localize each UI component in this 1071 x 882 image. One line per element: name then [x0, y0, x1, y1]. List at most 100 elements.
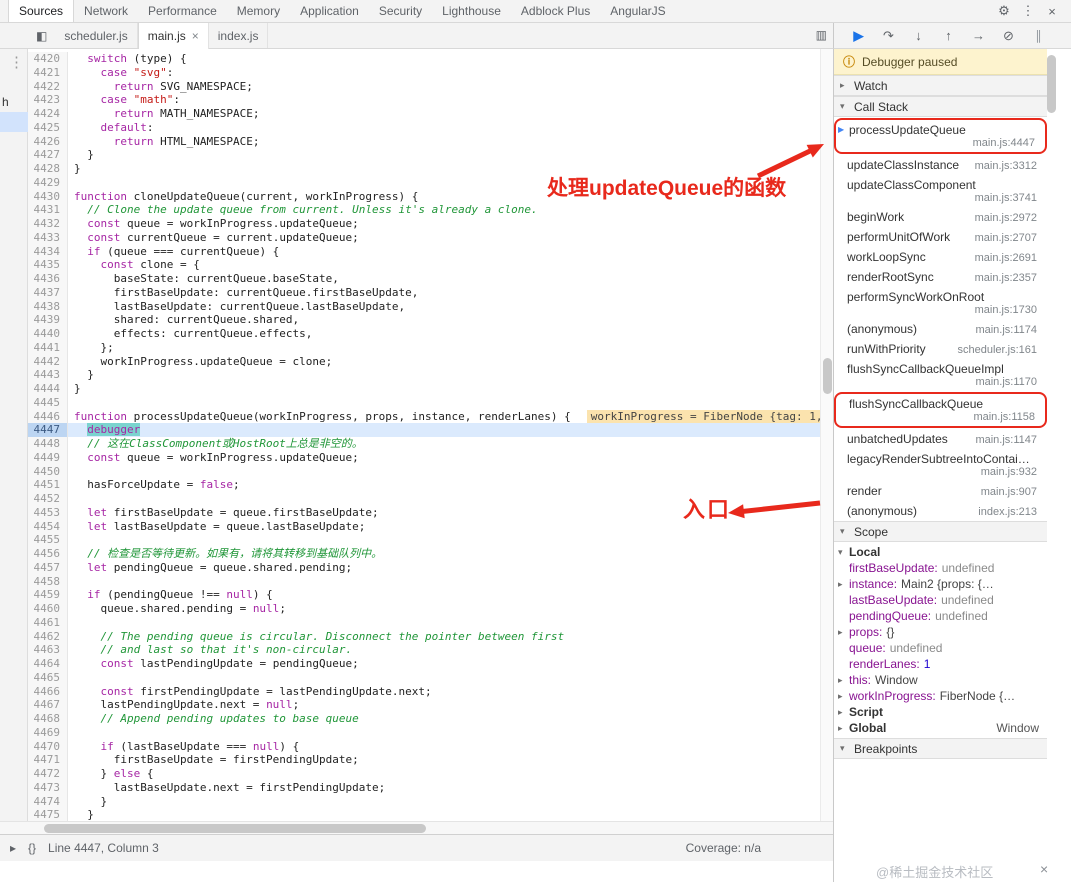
line-number[interactable]: 4457	[28, 560, 68, 575]
code-editor[interactable]: 4420 switch (type) {4421 case "svg": 4422…	[28, 49, 833, 821]
sidebar-scrollbar-thumb[interactable]	[1047, 55, 1056, 113]
call-stack-frame[interactable]: performSyncWorkOnRoot main.js:1730	[834, 287, 1047, 319]
call-stack-frame[interactable]: beginWork main.js:2972	[834, 207, 1047, 227]
line-number[interactable]: 4451	[28, 478, 68, 492]
pretty-print-icon[interactable]: {}	[28, 841, 36, 855]
line-number[interactable]: 4467	[28, 698, 68, 712]
chevron-right-icon[interactable]: ▸	[838, 707, 847, 718]
scope-variable-row[interactable]: ▸ this: Window	[834, 672, 1047, 688]
line-number[interactable]: 4455	[28, 533, 68, 547]
call-stack-frame[interactable]: performUnitOfWork main.js:2707	[834, 227, 1047, 247]
scope-variable-row[interactable]: ▸ props:{}	[834, 624, 1047, 640]
line-number[interactable]: 4425	[28, 120, 68, 135]
scope-variable-row[interactable]: ▸ instance: Main2 {props: {…	[834, 576, 1047, 592]
line-number[interactable]: 4458	[28, 574, 68, 589]
line-number[interactable]: 4471	[28, 753, 68, 767]
vertical-scrollbar[interactable]	[820, 49, 833, 821]
chevron-down-icon[interactable]: ▾	[840, 526, 849, 537]
step-into-button[interactable]: ↓	[908, 28, 929, 43]
line-number[interactable]: 4443	[28, 368, 68, 382]
call-stack-frame[interactable]: (anonymous) index.js:213	[834, 501, 1047, 521]
line-number[interactable]: 4452	[28, 492, 68, 506]
line-number[interactable]: 4449	[28, 450, 68, 465]
scope-section-row[interactable]: ▾ Local	[834, 544, 1047, 560]
line-number[interactable]: 4462	[28, 629, 68, 644]
line-number[interactable]: 4421	[28, 65, 68, 80]
line-number[interactable]: 4423	[28, 93, 68, 107]
call-stack-frame[interactable]: render main.js:907	[834, 481, 1047, 501]
call-stack-frame[interactable]: (anonymous) main.js:1174	[834, 319, 1047, 339]
line-number[interactable]: 4433	[28, 230, 68, 245]
line-number[interactable]: 4420	[28, 52, 68, 66]
step-button[interactable]: →	[968, 28, 989, 43]
line-number[interactable]: 4446	[28, 409, 68, 424]
line-number[interactable]: 4432	[28, 217, 68, 231]
call-stack-frame[interactable]: flushSyncCallbackQueueImpl main.js:1170	[834, 359, 1047, 391]
line-number[interactable]: 4445	[28, 395, 68, 410]
line-number[interactable]: 4448	[28, 437, 68, 451]
scope-section-row[interactable]: ▸ Script	[834, 704, 1047, 720]
line-number[interactable]: 4475	[28, 808, 68, 821]
line-number[interactable]: 4465	[28, 670, 68, 685]
call-stack-frame[interactable]: unbatchedUpdates main.js:1147	[834, 429, 1047, 449]
line-number[interactable]: 4442	[28, 354, 68, 369]
line-number[interactable]: 4470	[28, 739, 68, 754]
top-tab-lighthouse[interactable]: Lighthouse	[432, 0, 511, 22]
line-number[interactable]: 4469	[28, 725, 68, 740]
call-stack-section-header[interactable]: ▾ Call Stack	[834, 96, 1047, 117]
step-over-button[interactable]: ↷	[878, 28, 899, 44]
call-stack-frame[interactable]: runWithPriority scheduler.js:161	[834, 339, 1047, 359]
line-number[interactable]: 4468	[28, 712, 68, 726]
chevron-right-icon[interactable]: ▸	[840, 80, 849, 91]
line-number[interactable]: 4464	[28, 657, 68, 671]
call-stack-frame[interactable]: updateClassComponent main.js:3741	[834, 175, 1047, 207]
line-number[interactable]: 4429	[28, 175, 68, 190]
chevron-down-icon[interactable]: ▾	[840, 101, 849, 112]
line-number[interactable]: 4431	[28, 203, 68, 217]
close-tab-icon[interactable]: ×	[192, 29, 199, 43]
toggle-navigator-icon[interactable]: ◧	[0, 23, 55, 48]
line-number[interactable]: 4436	[28, 272, 68, 286]
line-number[interactable]: 4444	[28, 382, 68, 396]
top-tab-performance[interactable]: Performance	[138, 0, 227, 22]
top-tab-application[interactable]: Application	[290, 0, 369, 22]
scope-section-header[interactable]: ▾ Scope	[834, 521, 1047, 542]
line-number[interactable]: 4434	[28, 244, 68, 259]
chevron-right-icon[interactable]: ▸	[838, 579, 847, 590]
chevron-right-icon[interactable]: ▸	[838, 627, 847, 638]
horizontal-scrollbar-thumb[interactable]	[44, 824, 426, 833]
chevron-right-icon[interactable]: ▸	[838, 675, 847, 686]
line-number[interactable]: 4454	[28, 519, 68, 534]
step-out-button[interactable]: ↑	[938, 28, 959, 43]
top-tab-network[interactable]: Network	[74, 0, 138, 22]
pause-on-exceptions-button[interactable]: ∥	[1028, 28, 1049, 44]
top-tab-angularjs[interactable]: AngularJS	[600, 0, 675, 22]
resume-button[interactable]: ▶	[848, 28, 869, 44]
file-tab-index-js[interactable]: index.js	[209, 23, 269, 48]
show-navigator-icon[interactable]: ▸	[10, 841, 16, 855]
call-stack-frame[interactable]: processUpdateQueue main.js:4447	[834, 118, 1047, 154]
watch-section-header[interactable]: ▸ Watch	[834, 75, 1047, 96]
chevron-down-icon[interactable]: ▾	[840, 743, 849, 754]
deactivate-breakpoints-button[interactable]: ⊘	[998, 28, 1019, 44]
line-number[interactable]: 4456	[28, 547, 68, 561]
call-stack-frame[interactable]: legacyRenderSubtreeIntoContai… main.js:93…	[834, 449, 1047, 481]
line-number[interactable]: 4438	[28, 299, 68, 314]
line-number[interactable]: 4450	[28, 464, 68, 479]
line-number[interactable]: 4428	[28, 162, 68, 176]
call-stack-frame[interactable]: workLoopSync main.js:2691	[834, 247, 1047, 267]
close-devtools-button[interactable]: ×	[1041, 4, 1063, 19]
line-number[interactable]: 4439	[28, 313, 68, 327]
line-number[interactable]: 4427	[28, 148, 68, 162]
call-stack-frame[interactable]: renderRootSync main.js:2357	[834, 267, 1047, 287]
settings-button[interactable]: ⚙	[993, 3, 1015, 19]
line-number[interactable]: 4447	[28, 423, 68, 437]
scope-section-row[interactable]: ▸ Global Window	[834, 720, 1047, 736]
line-number[interactable]: 4424	[28, 107, 68, 121]
call-stack-frame[interactable]: updateClassInstance main.js:3312	[834, 155, 1047, 175]
line-number[interactable]: 4437	[28, 285, 68, 300]
line-number[interactable]: 4426	[28, 134, 68, 149]
line-number[interactable]: 4435	[28, 258, 68, 272]
line-number[interactable]: 4466	[28, 684, 68, 699]
line-number[interactable]: 4473	[28, 780, 68, 795]
